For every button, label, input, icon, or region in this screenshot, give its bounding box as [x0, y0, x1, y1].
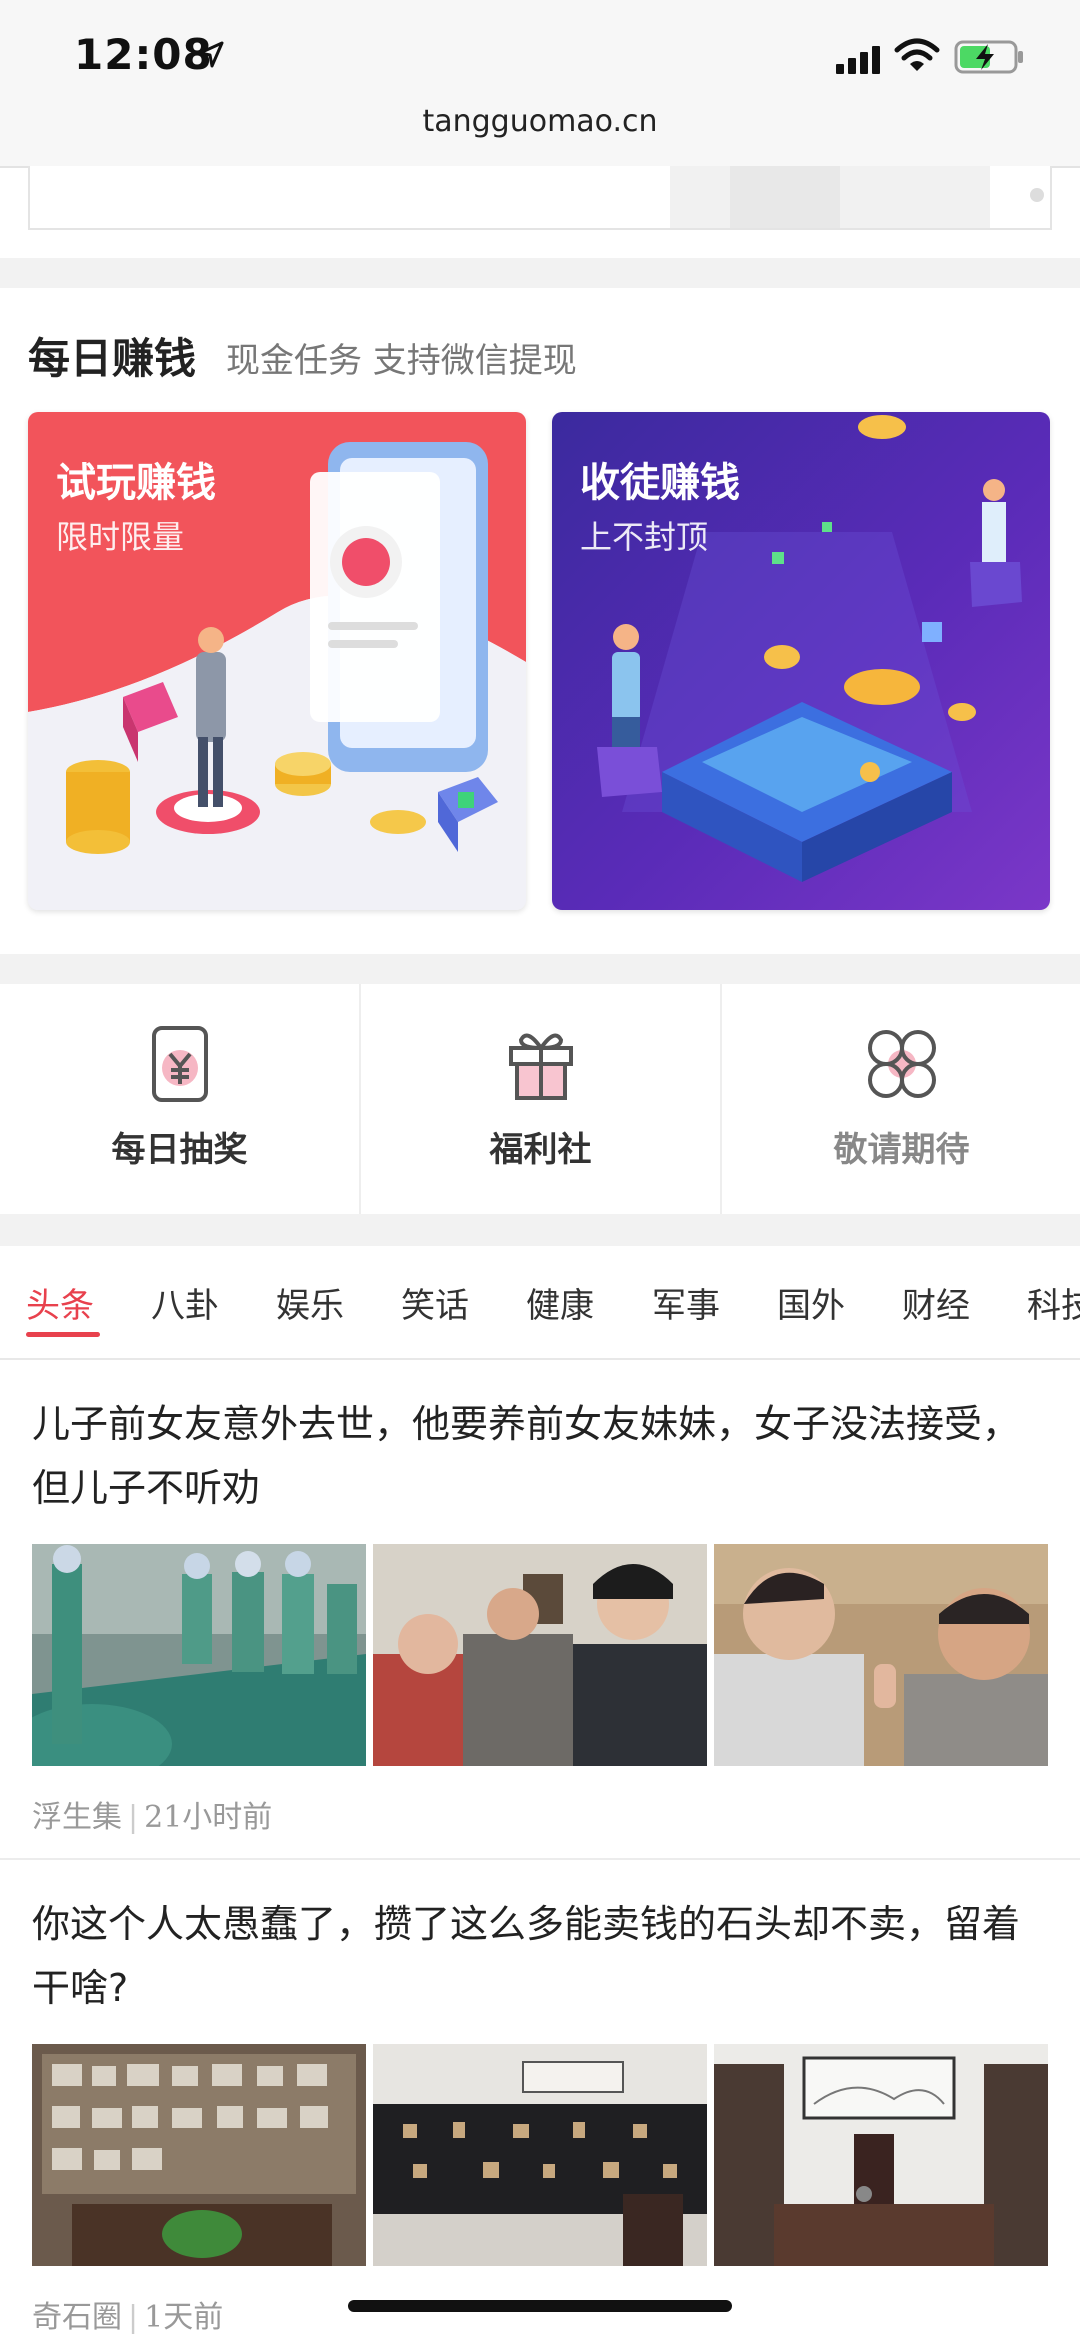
- article-thumbnail[interactable]: [714, 1544, 1048, 1766]
- status-time: 12:08: [74, 30, 213, 79]
- status-and-url-bar: 12:08 tangguomao.cn: [0, 0, 1080, 168]
- tab-finance[interactable]: 财经: [902, 1278, 970, 1327]
- tab-military[interactable]: 军事: [652, 1278, 720, 1327]
- url-bar[interactable]: tangguomao.cn: [0, 104, 1080, 139]
- article-title[interactable]: 儿子前女友意外去世，他要养前女友妹妹，女子没法接受，但儿子不听劝: [32, 1392, 1048, 1520]
- section-gap: [0, 1214, 1080, 1246]
- meta-separator: |: [128, 1800, 139, 1835]
- article-thumbnail[interactable]: [32, 2044, 366, 2266]
- clover-icon: [868, 1030, 936, 1098]
- article-title[interactable]: 你这个人太愚蠢了，攒了这么多能卖钱的石头却不卖，留着干啥?: [32, 1892, 1048, 2020]
- banner-dot: [1030, 188, 1044, 202]
- cellular-signal-icon: [836, 46, 880, 74]
- card-subtitle: 上不封顶: [580, 518, 709, 556]
- article-thumbnail[interactable]: [32, 1544, 366, 1766]
- section-subtitle: 现金任务 支持微信提现: [226, 341, 577, 381]
- article-source: 奇石圈: [32, 2300, 122, 2335]
- article-thumbnail[interactable]: [373, 2044, 707, 2266]
- banner-remnant: [28, 166, 1052, 230]
- card-title: 试玩赚钱: [56, 460, 216, 506]
- article-meta: 奇石圈 | 1天前: [32, 2292, 223, 2336]
- feature-daily-lottery[interactable]: 每日抽奖: [0, 984, 359, 1214]
- active-tab-indicator: [26, 1332, 100, 1337]
- section-gap: [0, 954, 1080, 984]
- card-title: 收徒赚钱: [580, 460, 740, 506]
- wifi-icon: [894, 38, 940, 71]
- feature-welfare[interactable]: 福利社: [361, 984, 720, 1214]
- feature-label: 敬请期待: [833, 1130, 970, 1170]
- feature-label: 福利社: [489, 1130, 592, 1170]
- tab-headlines[interactable]: 头条: [26, 1278, 94, 1327]
- article-time: 21小时前: [144, 1800, 273, 1835]
- meta-separator: |: [128, 2300, 139, 2335]
- trial-earn-card[interactable]: 试玩赚钱 限时限量: [28, 412, 526, 910]
- location-arrow-icon: [198, 41, 224, 68]
- feature-coming-soon[interactable]: 敬请期待: [722, 984, 1080, 1214]
- feature-label: 每日抽奖: [111, 1130, 248, 1170]
- tab-entertainment[interactable]: 娱乐: [276, 1278, 344, 1327]
- recruit-earn-card[interactable]: 收徒赚钱 上不封顶: [552, 412, 1050, 910]
- article-divider: [0, 1858, 1080, 1860]
- battery-charging-icon: [954, 40, 1023, 74]
- section-gap: [0, 258, 1080, 288]
- article-time: 1天前: [144, 2300, 224, 2335]
- tab-gossip[interactable]: 八卦: [151, 1278, 219, 1327]
- lottery-icon: [152, 1026, 208, 1102]
- banner-decoration: [730, 166, 840, 228]
- tab-health[interactable]: 健康: [526, 1278, 594, 1327]
- article-meta: 浮生集 | 21小时前: [32, 1792, 272, 1836]
- gift-icon: [509, 1033, 573, 1100]
- article-thumbnail[interactable]: [714, 2044, 1048, 2266]
- tab-technology[interactable]: 科技: [1027, 1278, 1080, 1327]
- tab-international[interactable]: 国外: [777, 1278, 845, 1327]
- section-title: 每日赚钱: [28, 334, 197, 383]
- article-source: 浮生集: [32, 1800, 122, 1835]
- category-tabs: 头条 八卦 娱乐 笑话 健康 军事 国外 财经 科技: [0, 1246, 1080, 1360]
- home-indicator[interactable]: [348, 2300, 732, 2312]
- card-subtitle: 限时限量: [56, 518, 185, 556]
- tab-jokes[interactable]: 笑话: [401, 1278, 469, 1327]
- article-thumbnail[interactable]: [373, 1544, 707, 1766]
